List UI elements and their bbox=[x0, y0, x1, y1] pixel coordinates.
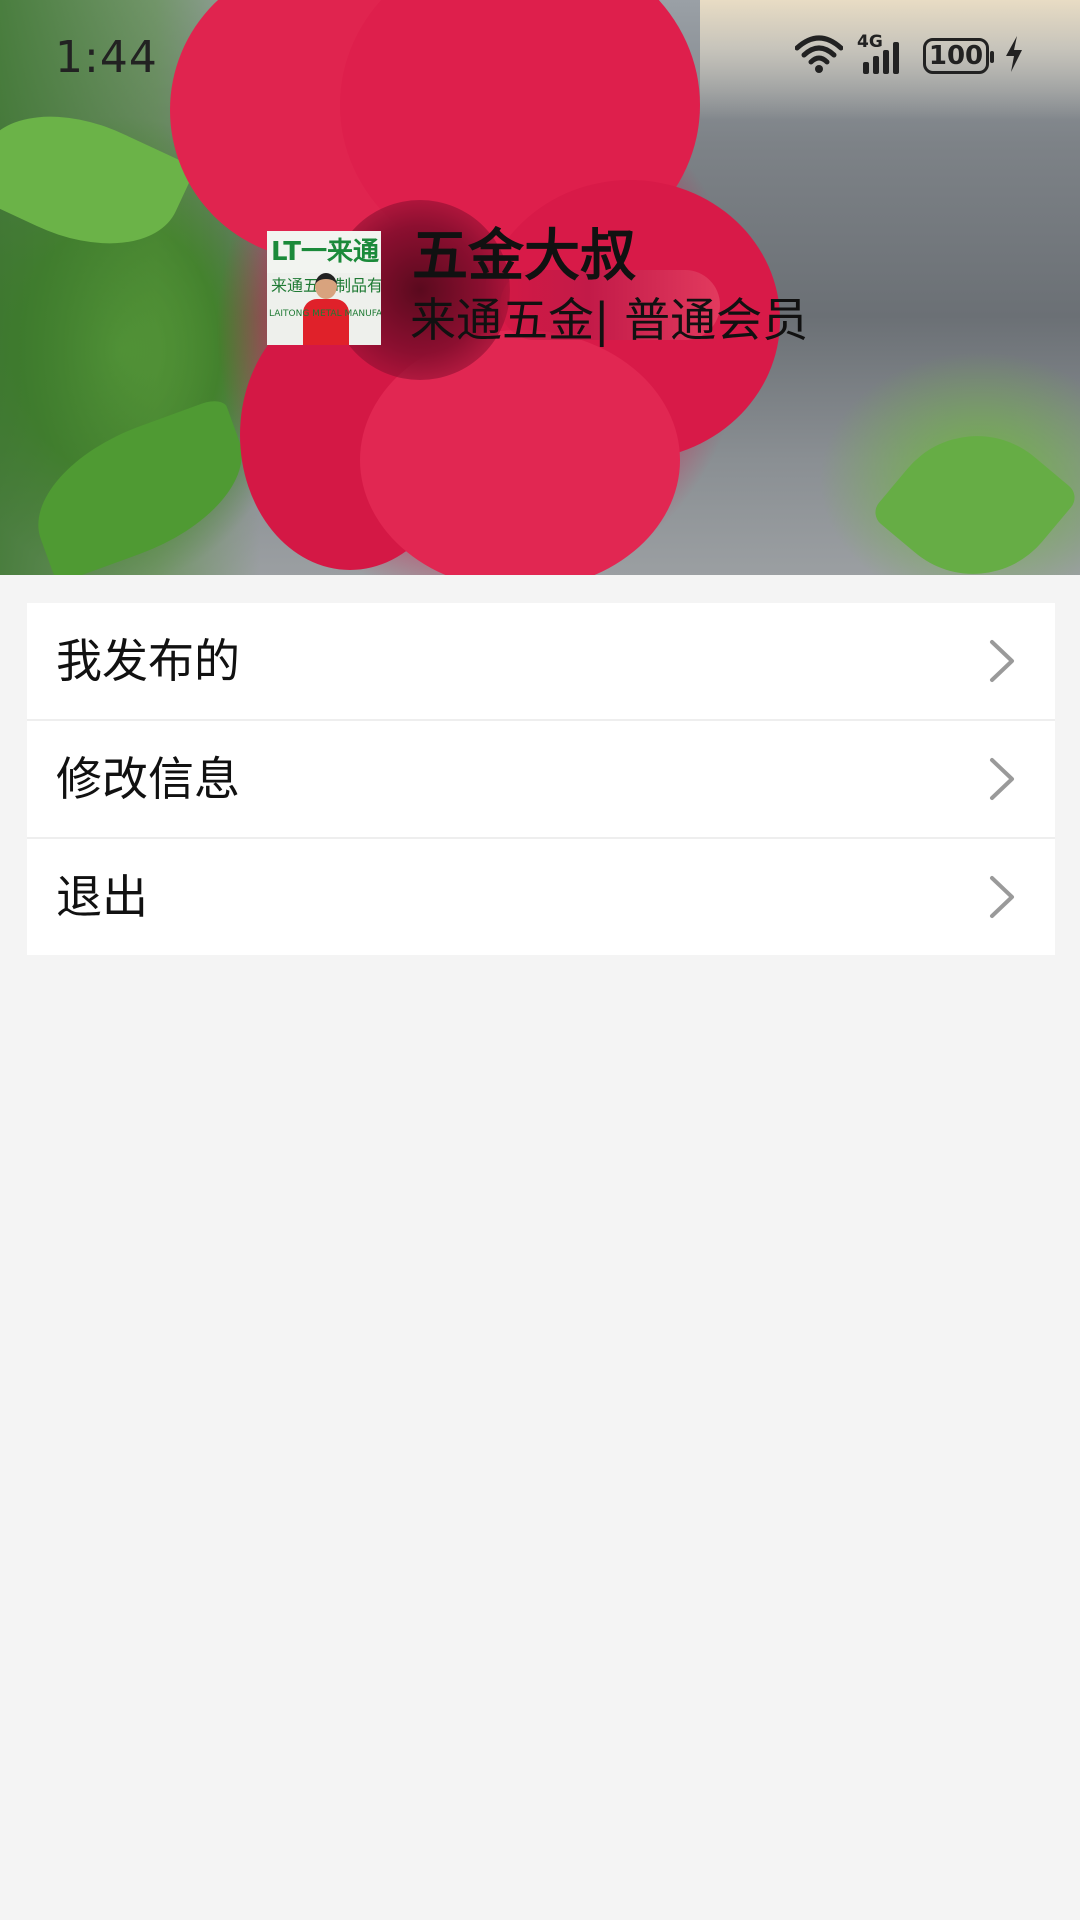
profile-subtitle: 来通五金| 普通会员 bbox=[410, 293, 809, 347]
menu-item-label: 修改信息 bbox=[56, 752, 240, 806]
signal-icon: 4G bbox=[857, 32, 909, 76]
battery-icon: 100 bbox=[923, 38, 994, 74]
menu-item-logout[interactable]: 退出 bbox=[27, 839, 1055, 955]
wifi-icon bbox=[794, 34, 844, 78]
profile-name: 五金大叔 bbox=[412, 224, 636, 289]
chevron-right-icon bbox=[987, 638, 1017, 684]
avatar-logo-text: LT一来通 bbox=[267, 231, 381, 273]
avatar-head bbox=[315, 273, 337, 299]
leaf-decoration bbox=[869, 399, 1080, 575]
menu-item-label: 退出 bbox=[56, 870, 148, 924]
status-icons: 4G 100 bbox=[794, 32, 1025, 78]
menu-item-edit-info[interactable]: 修改信息 bbox=[27, 721, 1055, 839]
menu-item-label: 我发布的 bbox=[56, 634, 240, 688]
status-bar: 1:44 4G 100 bbox=[0, 0, 1080, 110]
avatar[interactable]: LT一来通 来通五金制品有 LAITONG METAL MANUFACTUR bbox=[267, 231, 381, 345]
avatar-english-text: LAITONG METAL MANUFACTUR bbox=[269, 309, 381, 319]
menu-item-my-posts[interactable]: 我发布的 bbox=[27, 603, 1055, 721]
chevron-right-icon bbox=[987, 756, 1017, 802]
chevron-right-icon bbox=[987, 874, 1017, 920]
menu-list: 我发布的 修改信息 退出 bbox=[27, 603, 1055, 955]
status-time: 1:44 bbox=[55, 32, 158, 83]
charging-icon bbox=[1003, 34, 1025, 78]
